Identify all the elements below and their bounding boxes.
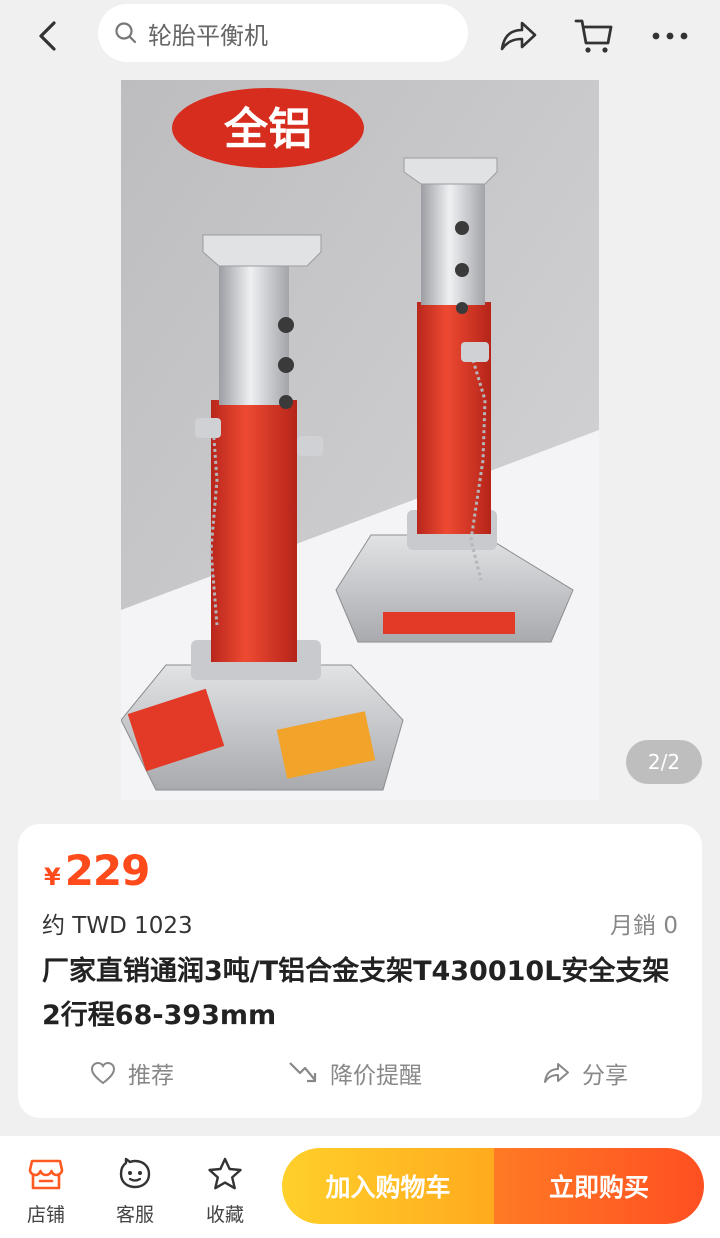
search-input[interactable]: 轮胎平衡机 bbox=[98, 4, 468, 62]
bottom-bar: 店铺 客服 收藏 加入购物车 立即购买 bbox=[0, 1136, 720, 1238]
service-icon bbox=[119, 1157, 151, 1189]
more-button[interactable] bbox=[648, 14, 692, 58]
cart-icon bbox=[574, 19, 613, 53]
service-label: 客服 bbox=[115, 1204, 154, 1226]
search-query: 轮胎平衡机 bbox=[148, 21, 268, 50]
share-icon bbox=[500, 21, 537, 51]
star-icon bbox=[208, 1157, 242, 1190]
price-drop-button[interactable]: 降价提醒 bbox=[288, 1056, 422, 1090]
banner-text: 全铝 bbox=[223, 104, 312, 155]
cart-button[interactable] bbox=[572, 14, 616, 58]
converted-price: 约 TWD 1023 bbox=[42, 913, 193, 939]
store-label: 店铺 bbox=[26, 1204, 65, 1226]
price-value: 229 bbox=[64, 846, 151, 895]
image-counter: 2/2 bbox=[626, 740, 702, 784]
recommend-button[interactable]: 推荐 bbox=[90, 1056, 174, 1090]
price: ¥ 229 bbox=[44, 846, 151, 895]
top-bar: 轮胎平衡机 bbox=[0, 0, 720, 80]
store-icon bbox=[28, 1159, 64, 1190]
favorite-label: 收藏 bbox=[205, 1204, 244, 1226]
share-icon bbox=[544, 1063, 569, 1083]
product-image: 全铝 bbox=[121, 80, 599, 800]
service-tab[interactable]: 客服 bbox=[105, 1154, 165, 1227]
price-drop-icon bbox=[289, 1062, 317, 1083]
share-label: 分享 bbox=[582, 1063, 628, 1089]
product-actions: 推荐 降价提醒 分享 bbox=[18, 1056, 702, 1096]
buy-now-button[interactable]: 立即购买 bbox=[494, 1148, 704, 1224]
recommend-label: 推荐 bbox=[128, 1063, 174, 1089]
back-button[interactable] bbox=[28, 14, 68, 58]
store-tab[interactable]: 店铺 bbox=[16, 1154, 76, 1227]
monthly-sales: 月銷 0 bbox=[610, 913, 678, 939]
product-gallery[interactable]: 全铝 2/2 bbox=[0, 80, 720, 800]
search-icon bbox=[115, 22, 137, 44]
more-icon bbox=[652, 32, 688, 40]
product-info-card: ¥ 229 约 TWD 1023 月銷 0 厂家直销通润3吨/T铝合金支架T43… bbox=[18, 824, 702, 1118]
share-button[interactable] bbox=[496, 14, 540, 58]
favorite-tab[interactable]: 收藏 bbox=[195, 1154, 255, 1227]
heart-icon bbox=[90, 1061, 116, 1085]
back-icon bbox=[39, 21, 56, 51]
product-title: 厂家直销通润3吨/T铝合金支架T430010L安全支架2行程68-393mm bbox=[42, 956, 670, 1031]
currency-symbol: ¥ bbox=[44, 863, 61, 891]
add-to-cart-button[interactable]: 加入购物车 bbox=[282, 1148, 494, 1224]
share-action-button[interactable]: 分享 bbox=[542, 1056, 628, 1090]
price-drop-label: 降价提醒 bbox=[330, 1063, 422, 1089]
